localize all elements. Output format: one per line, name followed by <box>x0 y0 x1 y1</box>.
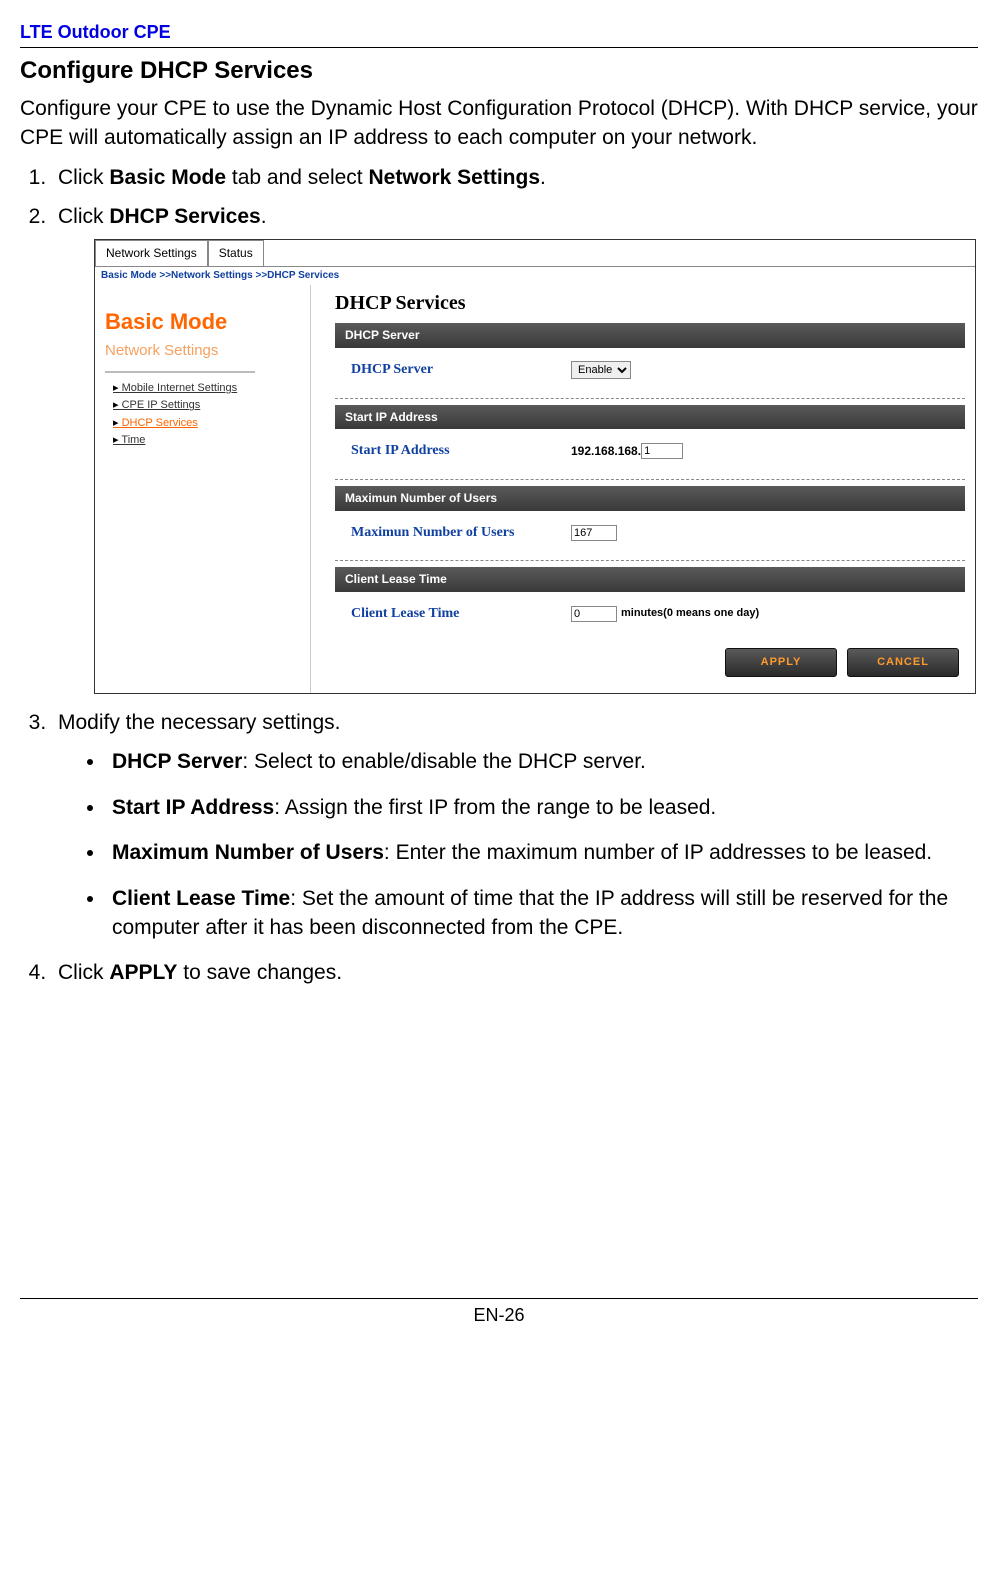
max-users-input[interactable] <box>571 525 617 541</box>
header-rule <box>20 47 978 48</box>
section-header-start-ip: Start IP Address <box>335 405 965 430</box>
doc-header: LTE Outdoor CPE <box>20 20 978 45</box>
section-lease-time: Client Lease Time Client Lease Time minu… <box>335 567 965 635</box>
bullet-lease-time: Client Lease Time: Set the amount of tim… <box>106 884 978 943</box>
page-number: EN-26 <box>20 1303 978 1328</box>
mode-title: Basic Mode <box>105 307 300 338</box>
b2-text: : Assign the first IP from the range to … <box>274 796 716 819</box>
section-header-max-users: Maximun Number of Users <box>335 486 965 511</box>
b3-text: : Enter the maximum number of IP address… <box>384 841 932 864</box>
step3-text: Modify the necessary settings. <box>58 711 340 734</box>
sidebar: Basic Mode Network Settings Mobile Inter… <box>95 285 310 693</box>
menu-dhcp-services[interactable]: DHCP Services <box>113 416 300 431</box>
label-max-users: Maximun Number of Users <box>351 523 571 543</box>
step2-pre: Click <box>58 205 109 228</box>
step1-mid: tab and select <box>226 166 368 189</box>
cancel-button[interactable]: CANCEL <box>847 648 959 677</box>
lease-time-hint: minutes(0 means one day) <box>621 606 759 621</box>
ss-tabs: Network Settings Status <box>95 240 975 267</box>
separator <box>335 560 965 561</box>
breadcrumb: Basic Mode >>Network Settings >>DHCP Ser… <box>95 267 975 285</box>
step4-bold: APPLY <box>109 961 177 984</box>
step4-pre: Click <box>58 961 109 984</box>
section-header-dhcp: DHCP Server <box>335 323 965 348</box>
lease-time-input[interactable] <box>571 606 617 622</box>
b1-text: : Select to enable/disable the DHCP serv… <box>242 750 646 773</box>
settings-bullets: DHCP Server: Select to enable/disable th… <box>58 747 978 942</box>
tab-network-settings[interactable]: Network Settings <box>95 240 208 266</box>
b4-bold: Client Lease Time <box>112 887 290 910</box>
dhcp-server-select[interactable]: Enable <box>571 361 631 379</box>
bullet-max-users: Maximum Number of Users: Enter the maxim… <box>106 838 978 867</box>
menu-mobile-internet[interactable]: Mobile Internet Settings <box>113 381 300 396</box>
step-3: Modify the necessary settings. DHCP Serv… <box>52 708 978 942</box>
section-header-lease-time: Client Lease Time <box>335 567 965 592</box>
menu-time[interactable]: Time <box>113 433 300 448</box>
button-row: APPLY CANCEL <box>335 640 965 677</box>
main-panel: DHCP Services DHCP Server DHCP Server En… <box>310 285 975 693</box>
footer-rule <box>20 1298 978 1299</box>
section-dhcp-server: DHCP Server DHCP Server Enable <box>335 323 965 391</box>
section-max-users: Maximun Number of Users Maximun Number o… <box>335 486 965 554</box>
step2-end: . <box>261 205 267 228</box>
start-ip-input[interactable] <box>641 443 683 459</box>
bullet-dhcp-server: DHCP Server: Select to enable/disable th… <box>106 747 978 776</box>
page-title: DHCP Services <box>335 289 965 317</box>
ui-screenshot: Network Settings Status Basic Mode >>Net… <box>94 239 976 694</box>
instruction-list: Click Basic Mode tab and select Network … <box>20 163 978 988</box>
b3-bold: Maximum Number of Users <box>112 841 384 864</box>
step4-end: to save changes. <box>177 961 342 984</box>
separator <box>335 398 965 399</box>
step-4: Click APPLY to save changes. <box>52 958 978 987</box>
step1-end: . <box>540 166 546 189</box>
b1-bold: DHCP Server <box>112 750 242 773</box>
section-title: Configure DHCP Services <box>20 54 978 88</box>
step2-bold: DHCP Services <box>109 205 260 228</box>
label-lease-time: Client Lease Time <box>351 604 571 624</box>
menu-cpe-ip[interactable]: CPE IP Settings <box>113 398 300 413</box>
label-dhcp-server: DHCP Server <box>351 360 571 380</box>
step1-bold1: Basic Mode <box>109 166 226 189</box>
step1-pre: Click <box>58 166 109 189</box>
separator <box>335 479 965 480</box>
menu-divider <box>105 371 255 373</box>
b2-bold: Start IP Address <box>112 796 274 819</box>
tab-status[interactable]: Status <box>208 240 264 266</box>
apply-button[interactable]: APPLY <box>725 648 837 677</box>
intro-paragraph: Configure your CPE to use the Dynamic Ho… <box>20 94 978 153</box>
section-start-ip: Start IP Address Start IP Address 192.16… <box>335 405 965 473</box>
label-start-ip: Start IP Address <box>351 441 571 461</box>
step1-bold2: Network Settings <box>368 166 540 189</box>
step-1: Click Basic Mode tab and select Network … <box>52 163 978 192</box>
step-2: Click DHCP Services. Network Settings St… <box>52 202 978 694</box>
bullet-start-ip: Start IP Address: Assign the first IP fr… <box>106 793 978 822</box>
mode-subtitle: Network Settings <box>105 340 300 361</box>
ip-prefix: 192.168.168. <box>571 443 641 460</box>
